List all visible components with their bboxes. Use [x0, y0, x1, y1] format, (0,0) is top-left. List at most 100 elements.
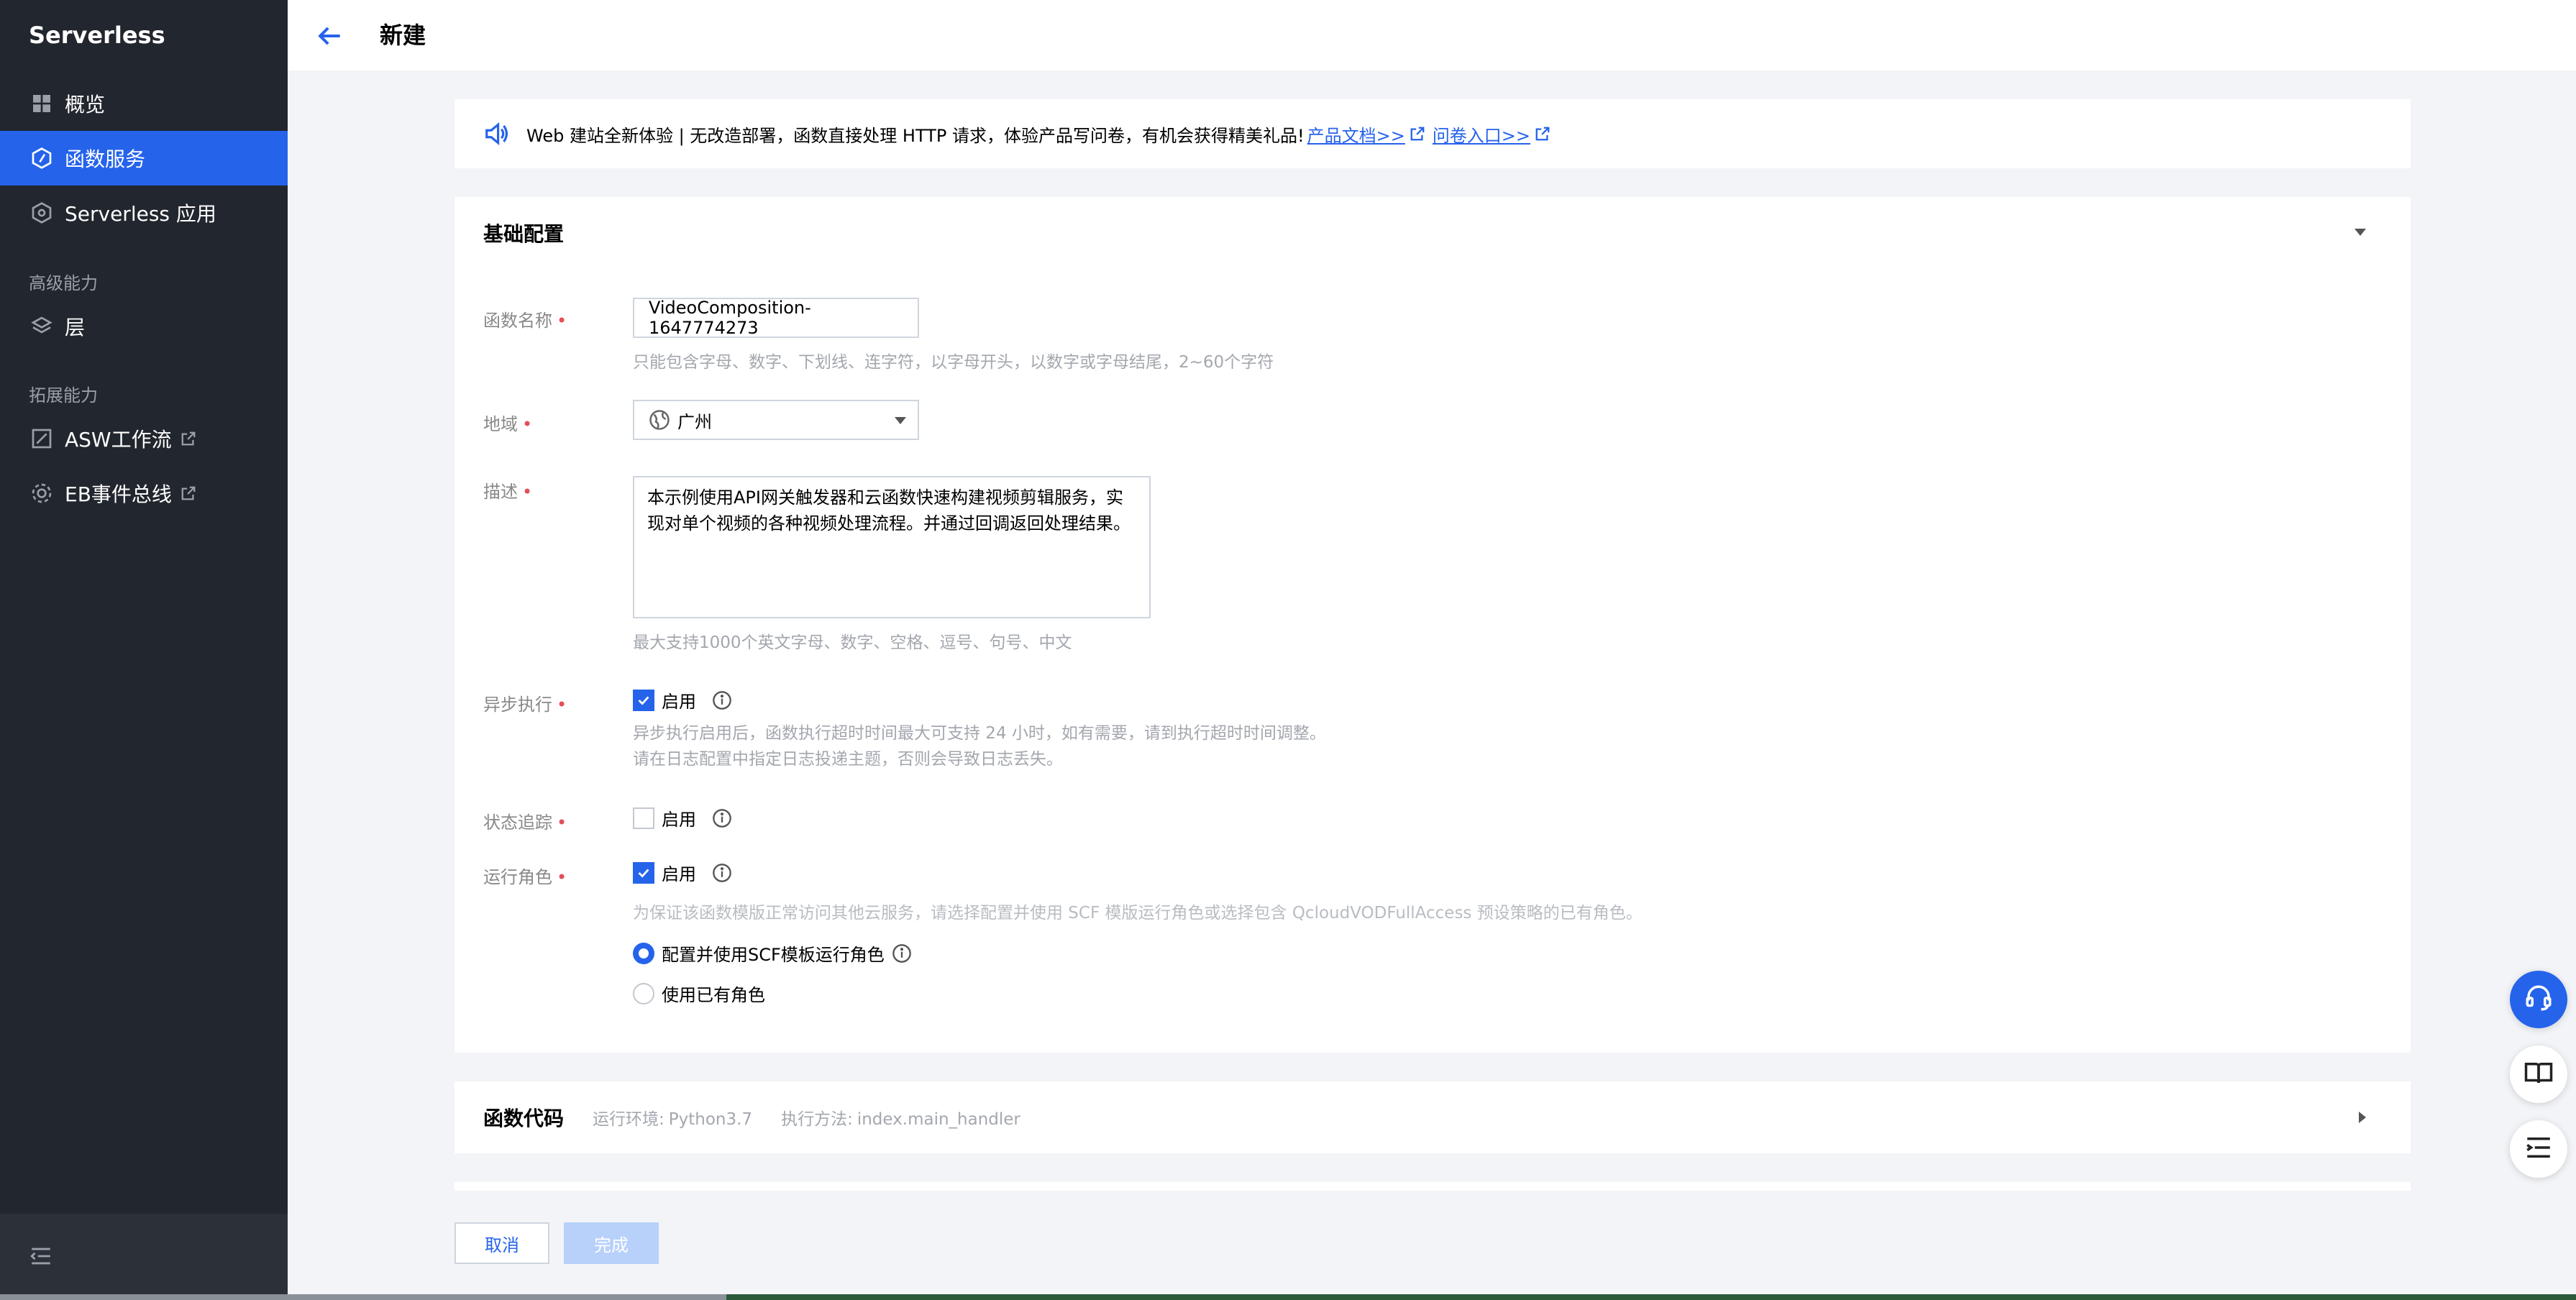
list-button[interactable] — [2510, 1120, 2567, 1178]
runtime-value: Python3.7 — [668, 1110, 753, 1129]
checkbox-box[interactable] — [633, 861, 654, 884]
sidebar-item-layer[interactable]: 层 — [0, 299, 288, 354]
trace-label: 状态追踪 • — [483, 808, 567, 833]
docs-button[interactable] — [2510, 1045, 2567, 1103]
label-text: 函数名称 — [483, 311, 552, 331]
sidebar-item-label: EB事件总线 — [65, 482, 172, 506]
external-link-icon — [181, 431, 196, 447]
label-text: 运行角色 — [483, 867, 552, 887]
sidebar-item-label: ASW工作流 — [65, 428, 172, 452]
description-hint: 最大支持1000个英文字母、数字、空格、逗号、句号、中文 — [633, 633, 1072, 652]
role-checkbox[interactable]: 启用 — [633, 860, 732, 885]
info-icon[interactable] — [712, 690, 732, 710]
sidebar-item-asw[interactable]: ASW工作流 — [0, 411, 288, 466]
role-radio-scf[interactable]: 配置并使用SCF模板运行角色 — [633, 940, 912, 966]
globe-icon — [649, 409, 670, 431]
external-link-icon — [181, 485, 196, 501]
handler-info: 执行方法: index.main_handler — [781, 1105, 1020, 1130]
external-link-icon[interactable] — [1535, 126, 1550, 142]
handler-value: index.main_handler — [857, 1110, 1020, 1129]
sidebar-item-serverless-app[interactable]: Serverless 应用 — [0, 186, 288, 240]
label-text: 状态追踪 — [483, 812, 552, 833]
description-label: 描述 • — [483, 477, 532, 503]
back-arrow-icon[interactable] — [314, 20, 345, 52]
page-title: 新建 — [380, 22, 426, 49]
support-button[interactable] — [2510, 971, 2567, 1028]
required-mark: • — [557, 867, 567, 887]
handler-key: 执行方法: — [781, 1110, 853, 1129]
collapse-menu-icon[interactable] — [29, 1244, 53, 1268]
notice-banner: Web 建站全新体验 | 无改造部署，函数直接处理 HTTP 请求，体验产品写问… — [455, 99, 2411, 168]
checkbox-box[interactable] — [633, 689, 654, 711]
sidebar-footer — [0, 1214, 288, 1300]
brand-title: Serverless — [29, 22, 165, 49]
code-section[interactable]: 函数代码 运行环境: Python3.7 执行方法: index.main_hand… — [455, 1081, 2411, 1153]
checkbox-label: 启用 — [662, 692, 696, 712]
label-text: 异步执行 — [483, 695, 552, 715]
function-name-label: 函数名称 • — [483, 306, 567, 331]
window-bottom-edge — [0, 1294, 2576, 1300]
region-label: 地域 • — [483, 410, 532, 435]
info-icon[interactable] — [712, 863, 732, 883]
sidebar-item-label: Serverless 应用 — [65, 202, 216, 226]
chevron-down-icon — [895, 417, 906, 424]
app-icon — [29, 200, 55, 226]
external-link-icon[interactable] — [1410, 126, 1425, 142]
radio-dot[interactable] — [633, 942, 654, 964]
sidebar: Serverless 概览 函数服务 Serverless 应用 高级能力 层 … — [0, 0, 288, 1300]
expand-caret-icon[interactable] — [2359, 1112, 2366, 1123]
sidebar-item-overview[interactable]: 概览 — [0, 76, 288, 131]
required-mark: • — [522, 414, 533, 434]
runtime-key: 运行环境: — [593, 1110, 664, 1129]
required-mark: • — [557, 695, 567, 715]
checkbox-box[interactable] — [633, 807, 654, 829]
done-button[interactable]: 完成 — [564, 1222, 659, 1264]
speaker-icon — [483, 120, 511, 147]
workflow-icon — [29, 426, 55, 452]
sidebar-item-label: 函数服务 — [65, 147, 146, 171]
section-title: 基础配置 — [483, 222, 565, 246]
runtime-info: 运行环境: Python3.7 — [593, 1105, 752, 1130]
cancel-button[interactable]: 取消 — [455, 1222, 549, 1264]
support-icon — [2524, 983, 2554, 1016]
region-value: 广州 — [677, 411, 712, 432]
function-name-input[interactable]: VideoComposition-1647774273 — [633, 298, 919, 338]
radio-dot[interactable] — [633, 982, 654, 1004]
checkbox-label: 启用 — [662, 864, 696, 884]
trace-checkbox[interactable]: 启用 — [633, 805, 732, 830]
checkbox-label: 启用 — [662, 810, 696, 830]
function-name-hint: 只能包含字母、数字、下划线、连字符，以字母开头，以数字或字母结尾，2~60个字符 — [633, 353, 1274, 372]
list-icon — [2524, 1132, 2554, 1166]
label-text: 地域 — [483, 414, 518, 434]
info-icon[interactable] — [892, 943, 912, 963]
async-hint-2: 请在日志配置中指定日志投递主题，否则会导致日志丢失。 — [633, 750, 1063, 769]
docs-link[interactable]: 产品文档>> — [1307, 122, 1405, 147]
sidebar-item-functions[interactable]: 函数服务 — [0, 131, 288, 186]
radio-label: 配置并使用SCF模板运行角色 — [662, 945, 885, 965]
role-hint: 为保证该函数模版正常访问其他云服务，请选择配置并使用 SCF 模版运行角色或选择… — [633, 904, 1643, 923]
basic-config-card: 基础配置 函数名称 • VideoComposition-1647774273 只… — [455, 197, 2411, 1053]
async-checkbox[interactable]: 启用 — [633, 687, 732, 713]
grid-icon — [29, 91, 55, 116]
group-advanced: 高级能力 — [29, 273, 98, 293]
notice-text: Web 建站全新体验 | 无改造部署，函数直接处理 HTTP 请求，体验产品写问… — [526, 125, 1305, 146]
description-textarea[interactable]: 本示例使用API网关触发器和云函数快速构建视频剪辑服务，实现对单个视频的各种视频… — [633, 476, 1151, 618]
required-mark: • — [522, 482, 533, 502]
role-label: 运行角色 • — [483, 863, 567, 888]
label-text: 描述 — [483, 482, 518, 502]
role-radio-existing[interactable]: 使用已有角色 — [633, 981, 765, 1006]
scroll-segment — [0, 1294, 726, 1300]
layers-icon — [29, 313, 55, 339]
docs-icon — [2524, 1058, 2554, 1091]
eventbus-icon — [29, 480, 55, 506]
sidebar-item-label: 概览 — [65, 93, 106, 116]
info-icon[interactable] — [712, 808, 732, 828]
function-icon — [29, 145, 55, 171]
required-mark: • — [557, 311, 567, 331]
survey-link[interactable]: 问卷入口>> — [1433, 122, 1530, 147]
region-select[interactable]: 广州 — [633, 400, 919, 440]
sidebar-item-eb[interactable]: EB事件总线 — [0, 466, 288, 521]
group-extension: 拓展能力 — [29, 385, 98, 406]
code-title: 函数代码 — [483, 1107, 565, 1130]
collapse-caret-icon[interactable] — [2355, 229, 2366, 236]
